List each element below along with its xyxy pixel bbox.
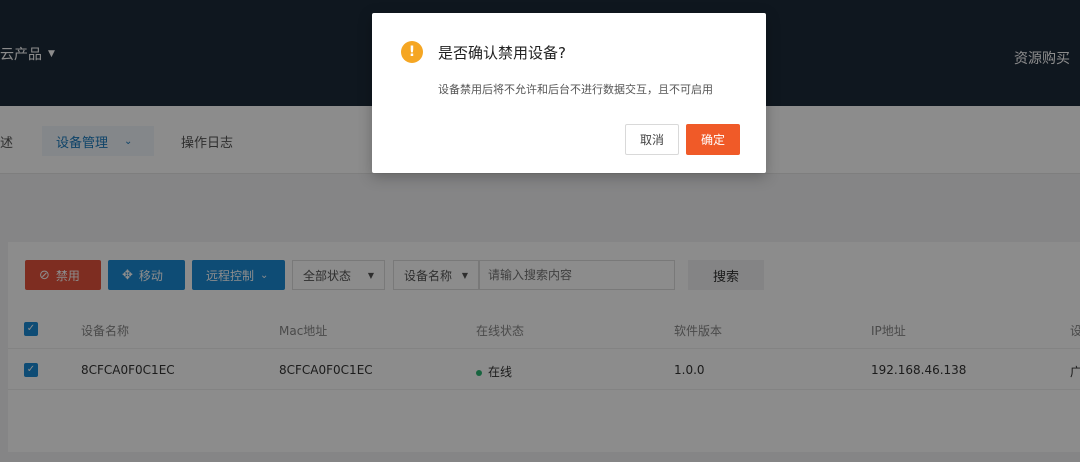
dialog-description: 设备禁用后将不允许和后台不进行数据交互，且不可启用 — [438, 83, 713, 96]
cancel-button[interactable]: 取消 — [625, 124, 679, 155]
confirm-button[interactable]: 确定 — [686, 124, 740, 155]
confirm-dialog: ! 是否确认禁用设备? 设备禁用后将不允许和后台不进行数据交互，且不可启用 取消… — [372, 13, 766, 173]
warning-icon: ! — [401, 41, 423, 63]
dialog-title: 是否确认禁用设备? — [438, 44, 566, 62]
